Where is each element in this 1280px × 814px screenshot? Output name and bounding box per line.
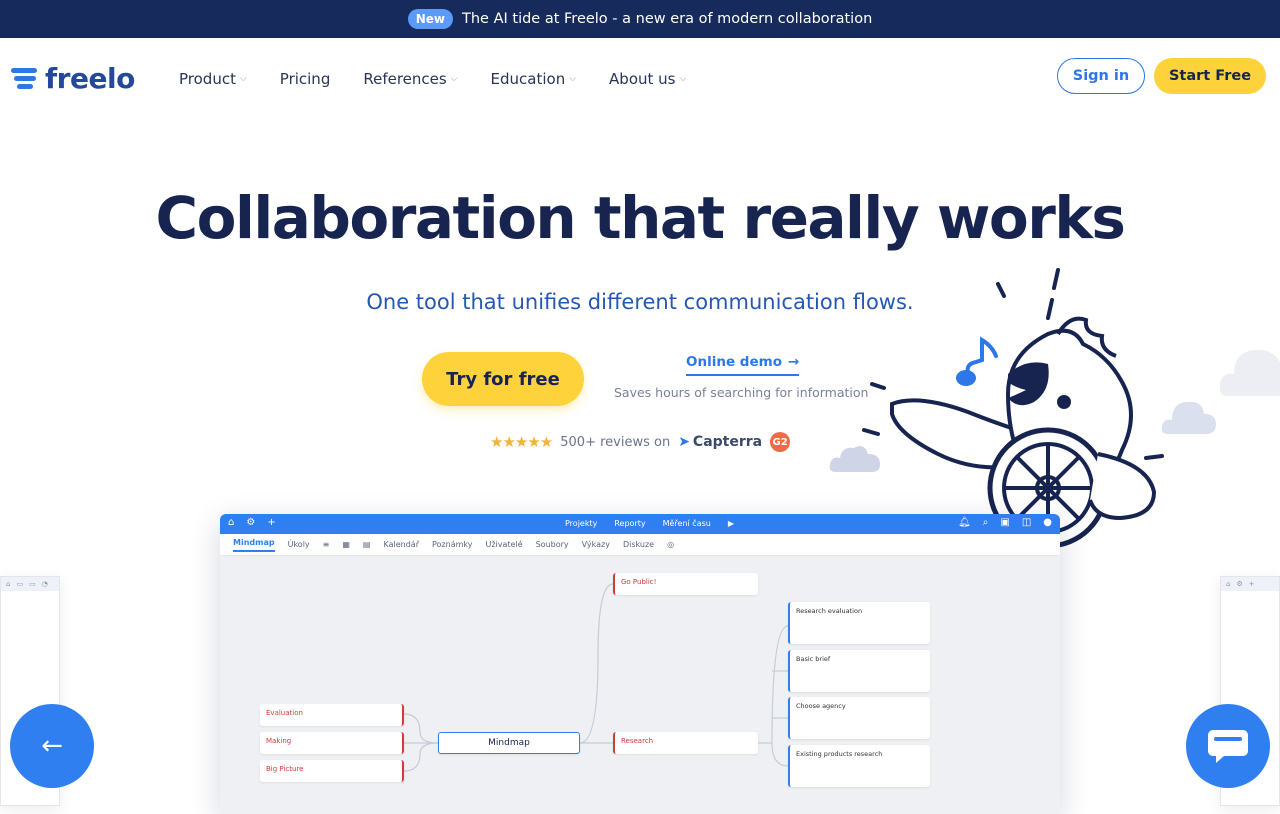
freelo-logo[interactable]: freelo bbox=[11, 65, 135, 93]
try-for-free-button[interactable]: Try for free bbox=[422, 352, 584, 406]
tab-kalendar[interactable]: Kalendář bbox=[383, 540, 419, 549]
table-icon[interactable]: ▤ bbox=[363, 540, 371, 549]
bell-icon[interactable]: 🔔︎ bbox=[958, 517, 971, 528]
card-label: Research evaluation bbox=[796, 607, 863, 615]
announcement-text[interactable]: The AI tide at Freelo - a new era of mod… bbox=[462, 11, 872, 27]
node-label: Making bbox=[266, 737, 292, 745]
mindmap-card-existing-products-research[interactable]: Existing products research bbox=[788, 745, 930, 787]
menu-item-references[interactable]: References ⌵ bbox=[363, 70, 457, 88]
menu-item-pricing[interactable]: Pricing bbox=[280, 70, 331, 88]
search-icon[interactable]: ⌕ bbox=[983, 517, 989, 528]
tab-diskuze[interactable]: Diskuze bbox=[623, 540, 654, 549]
app-nav-projekty[interactable]: Projekty bbox=[565, 519, 597, 528]
home-icon[interactable]: ⌂ bbox=[228, 517, 234, 528]
menu-label: Product bbox=[179, 70, 236, 88]
online-demo-note: Saves hours of searching for information bbox=[614, 385, 869, 400]
node-label: Big Picture bbox=[266, 765, 304, 773]
mindmap-node-making[interactable]: Making bbox=[260, 732, 404, 754]
logo-mark-icon bbox=[11, 66, 39, 92]
start-free-button[interactable]: Start Free bbox=[1154, 58, 1266, 94]
mindmap-card-research-evaluation[interactable]: Research evaluation bbox=[788, 602, 930, 644]
menu-item-education[interactable]: Education ⌵ bbox=[491, 70, 577, 88]
announcement-bar[interactable]: New The AI tide at Freelo - a new era of… bbox=[0, 0, 1280, 38]
capterra-label: Capterra bbox=[692, 434, 763, 450]
menu-item-product[interactable]: Product ⌵ bbox=[179, 70, 247, 88]
app-topbar-left: ⌂ ⚙ + bbox=[228, 517, 276, 528]
list-icon[interactable]: ≡ bbox=[323, 540, 330, 549]
grid-icon[interactable]: ▦ bbox=[342, 540, 350, 549]
reviews-text: 500+ reviews on bbox=[560, 434, 671, 450]
calendar-icon[interactable]: ▣ bbox=[1000, 517, 1009, 528]
card-label: Basic brief bbox=[796, 655, 831, 663]
chevron-down-icon: ⌵ bbox=[450, 74, 458, 84]
mindmap-node-evaluation[interactable]: Evaluation bbox=[260, 704, 404, 726]
cloud-icon bbox=[1161, 401, 1216, 434]
capterra-arrow-icon: ➤ bbox=[678, 434, 690, 450]
online-demo-link[interactable]: Online demo → bbox=[686, 354, 800, 376]
main-navigation: freelo Product ⌵ Pricing References ⌵ Ed… bbox=[0, 38, 1280, 120]
app-nav-reporty[interactable]: Reporty bbox=[614, 519, 645, 528]
app-preview-screenshot: ⌂ ⚙ + Projekty Reporty Měření času ▶ 🔔︎ … bbox=[220, 514, 1060, 814]
app-topbar: ⌂ ⚙ + Projekty Reporty Měření času ▶ 🔔︎ … bbox=[220, 514, 1060, 534]
menu-label: About us bbox=[609, 70, 676, 88]
gear-icon[interactable]: ⚙ bbox=[246, 517, 255, 528]
cloud-icon bbox=[1219, 349, 1280, 396]
mindmap-node-go-public[interactable]: Go Public! bbox=[613, 573, 758, 595]
tab-vykazy[interactable]: Výkazy bbox=[582, 540, 610, 549]
app-nav-mereni-casu[interactable]: Měření času bbox=[663, 519, 711, 528]
plus-icon[interactable]: + bbox=[267, 517, 275, 528]
previous-slide-button[interactable]: ← bbox=[10, 704, 94, 788]
chevron-down-icon: ⌵ bbox=[239, 74, 247, 84]
hero-title: Collaboration that really works bbox=[155, 184, 1126, 252]
side-screenshot-toolbar: ⌂ ⚙ + bbox=[1221, 577, 1279, 591]
tab-ukoly[interactable]: Úkoly bbox=[288, 540, 310, 549]
parrot-mascot-illustration bbox=[862, 268, 1164, 549]
arrow-right-icon: → bbox=[787, 354, 800, 370]
capterra-logo[interactable]: ➤ Capterra bbox=[678, 434, 762, 450]
mindmap-node-big-picture[interactable]: Big Picture bbox=[260, 760, 404, 782]
node-label: Go Public! bbox=[621, 578, 657, 586]
avatar[interactable]: ● bbox=[1043, 517, 1052, 528]
settings-icon[interactable]: ◎ bbox=[667, 540, 674, 549]
card-label: Existing products research bbox=[796, 750, 883, 758]
app-tabs: Mindmap Úkoly ≡ ▦ ▤ Kalendář Poznámky Už… bbox=[220, 534, 1060, 556]
side-screenshot-toolbar: ⌂ ▭ ▭ ◔ bbox=[1, 577, 59, 591]
chevron-down-icon: ⌵ bbox=[569, 74, 577, 84]
node-label: Research bbox=[621, 737, 654, 745]
node-label: Mindmap bbox=[488, 738, 530, 748]
sign-in-button[interactable]: Sign in bbox=[1057, 58, 1145, 94]
play-icon[interactable]: ▶ bbox=[728, 519, 734, 528]
online-demo-label: Online demo bbox=[686, 354, 782, 370]
mindmap-card-choose-agency[interactable]: Choose agency bbox=[788, 697, 930, 739]
new-badge: New bbox=[407, 9, 453, 29]
card-label: Choose agency bbox=[796, 702, 846, 710]
app-topbar-right: 🔔︎ ⌕ ▣ ◫ ● bbox=[958, 517, 1052, 528]
menu-label: Pricing bbox=[279, 70, 331, 88]
app-topbar-nav: Projekty Reporty Měření času ▶ bbox=[565, 519, 734, 528]
tab-soubory[interactable]: Soubory bbox=[536, 540, 569, 549]
arrow-left-icon: ← bbox=[41, 731, 63, 761]
main-menu: Product ⌵ Pricing References ⌵ Education… bbox=[179, 70, 719, 88]
tab-mindmap[interactable]: Mindmap bbox=[233, 538, 275, 552]
menu-label: References bbox=[363, 70, 447, 88]
menu-item-about-us[interactable]: About us ⌵ bbox=[609, 70, 686, 88]
tab-poznamky[interactable]: Poznámky bbox=[432, 540, 472, 549]
reviews-strip: ★★★★★ 500+ reviews on ➤ Capterra G2 bbox=[490, 432, 791, 452]
chat-bubble-icon bbox=[1208, 730, 1248, 763]
node-label: Evaluation bbox=[266, 709, 303, 717]
menu-label: Education bbox=[490, 70, 566, 88]
chevron-down-icon: ⌵ bbox=[679, 74, 687, 84]
tab-uzivatele[interactable]: Uživatelé bbox=[485, 540, 522, 549]
users-icon[interactable]: ◫ bbox=[1022, 517, 1031, 528]
logo-wordmark: freelo bbox=[45, 62, 135, 95]
mindmap-center-node[interactable]: Mindmap bbox=[438, 732, 580, 754]
mindmap-node-research[interactable]: Research bbox=[613, 732, 758, 754]
mindmap-card-basic-brief[interactable]: Basic brief bbox=[788, 650, 930, 692]
chat-button[interactable] bbox=[1186, 704, 1270, 788]
g2-logo[interactable]: G2 bbox=[770, 432, 791, 452]
star-rating-icon: ★★★★★ bbox=[490, 433, 553, 451]
